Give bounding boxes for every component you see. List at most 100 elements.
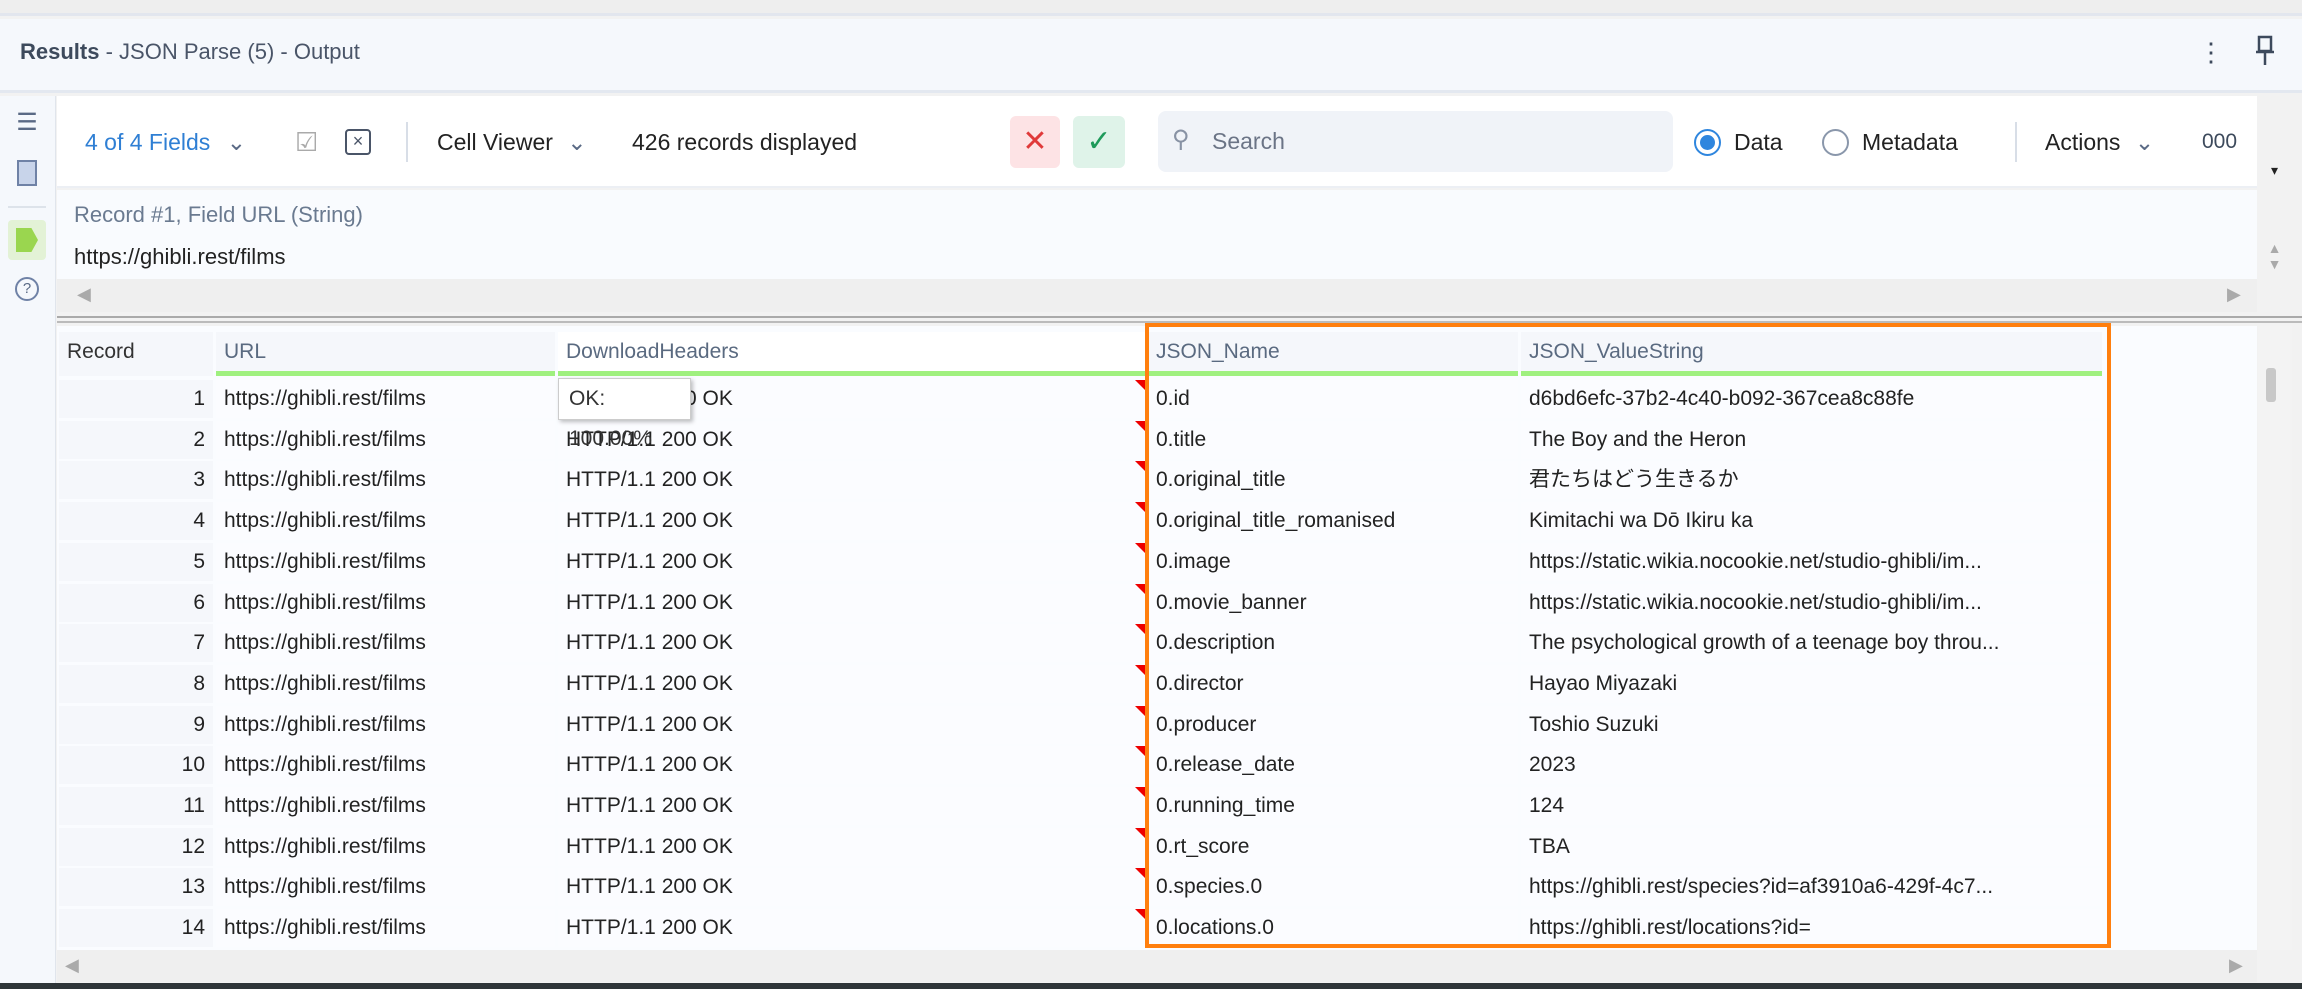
cell-json-valuestring[interactable]: The Boy and the Heron [1521, 420, 2102, 459]
cell-record[interactable]: 2 [59, 420, 213, 459]
cell-download-headers[interactable]: HTTP/1.1 200 OK [558, 624, 1145, 663]
splitter[interactable] [57, 316, 2302, 323]
cell-download-headers[interactable]: HTTP/1.1 200 OK [558, 461, 1145, 500]
cell-record[interactable]: 3 [59, 461, 213, 500]
cell-url[interactable]: https://ghibli.rest/films [216, 461, 555, 500]
cell-download-headers[interactable]: HTTP/1.1 200 OK [558, 827, 1145, 866]
cell-url[interactable]: https://ghibli.rest/films [216, 502, 555, 541]
cell-download-headers[interactable]: HTTP/1.1 200 OK [558, 542, 1145, 581]
cell-record[interactable]: 9 [59, 705, 213, 744]
column-header-json-name[interactable]: JSON_Name [1148, 332, 1518, 376]
cell-json-name[interactable]: 0.image [1148, 542, 1518, 581]
cell-json-name[interactable]: 0.release_date [1148, 746, 1518, 785]
cell-json-valuestring[interactable]: 124 [1521, 787, 2102, 825]
cell-url[interactable]: https://ghibli.rest/films [216, 420, 555, 459]
cell-record[interactable]: 4 [59, 502, 213, 541]
actions-dropdown[interactable]: Actions ⌄ [2045, 96, 2154, 188]
cell-viewer-hscroll[interactable]: ◀ ▶ [57, 279, 2257, 312]
cell-json-name[interactable]: 0.description [1148, 624, 1518, 663]
more-options-button[interactable]: 000 [2202, 96, 2237, 188]
cell-url[interactable]: https://ghibli.rest/films [216, 705, 555, 744]
cell-json-valuestring[interactable]: TBA [1521, 827, 2102, 866]
cell-json-name[interactable]: 0.id [1148, 380, 1518, 418]
cell-json-valuestring[interactable]: Hayao Miyazaki [1521, 664, 2102, 703]
cell-record[interactable]: 1 [59, 380, 213, 418]
metadata-radio[interactable] [1822, 129, 1849, 156]
cell-json-valuestring[interactable]: https://static.wikia.nocookie.net/studio… [1521, 583, 2102, 622]
cell-record[interactable]: 5 [59, 542, 213, 581]
metadata-radio-label[interactable]: Metadata [1862, 96, 1958, 188]
cell-record[interactable]: 8 [59, 664, 213, 703]
grid-hscroll[interactable]: ◀ ▶ [57, 950, 2257, 982]
cell-json-valuestring[interactable]: https://static.wikia.nocookie.net/studio… [1521, 542, 2102, 581]
cell-record[interactable]: 7 [59, 624, 213, 663]
cell-download-headers[interactable]: HTTP/1.1 200 OK [558, 583, 1145, 622]
cell-json-name[interactable]: 0.running_time [1148, 787, 1518, 825]
bookmark-icon[interactable] [12, 158, 42, 188]
cell-record[interactable]: 14 [59, 909, 213, 948]
cell-json-valuestring[interactable]: Kimitachi wa Dō Ikiru ka [1521, 502, 2102, 541]
data-radio[interactable] [1694, 129, 1721, 156]
cell-json-valuestring[interactable]: 2023 [1521, 746, 2102, 785]
cell-url[interactable]: https://ghibli.rest/films [216, 380, 555, 418]
cell-record[interactable]: 11 [59, 787, 213, 825]
data-radio-label[interactable]: Data [1734, 96, 1783, 188]
cell-url[interactable]: https://ghibli.rest/films [216, 583, 555, 622]
cell-viewer-value[interactable]: https://ghibli.rest/films [74, 244, 286, 270]
vertical-dots-icon[interactable]: ⋮ [2198, 37, 2224, 68]
cell-download-headers[interactable]: HTTP/1.1 200 OK [558, 909, 1145, 948]
cell-json-name[interactable]: 0.title [1148, 420, 1518, 459]
column-header-url[interactable]: URL [216, 332, 555, 376]
cell-json-name[interactable]: 0.producer [1148, 705, 1518, 744]
cell-json-valuestring[interactable]: d6bd6efc-37b2-4c40-b092-367cea8c88fe [1521, 380, 2102, 418]
cell-download-headers[interactable]: HTTP/1.1 200 OK [558, 868, 1145, 907]
cell-download-headers[interactable]: HTTP/1.1 200 OK [558, 705, 1145, 744]
select-all-checkbox-icon[interactable]: ☑ [295, 96, 318, 188]
cell-record[interactable]: 12 [59, 827, 213, 866]
toolbar-scroll[interactable]: ▾ [2257, 96, 2292, 188]
scroll-left-icon[interactable]: ◀ [77, 284, 91, 305]
column-header-json-valuestring[interactable]: JSON_ValueString [1521, 332, 2102, 376]
cell-json-name[interactable]: 0.movie_banner [1148, 583, 1518, 622]
cell-url[interactable]: https://ghibli.rest/films [216, 746, 555, 785]
scroll-thumb[interactable] [2266, 368, 2276, 402]
cell-url[interactable]: https://ghibli.rest/films [216, 827, 555, 866]
deselect-all-icon[interactable]: × [345, 96, 371, 188]
cell-viewer-dropdown[interactable]: Cell Viewer ⌄ [437, 96, 587, 188]
cell-json-name[interactable]: 0.director [1148, 664, 1518, 703]
cell-record[interactable]: 6 [59, 583, 213, 622]
cell-url[interactable]: https://ghibli.rest/films [216, 787, 555, 825]
cell-json-valuestring[interactable]: 君たちはどう生きるか [1521, 461, 2102, 500]
scroll-right-icon[interactable]: ▶ [2227, 284, 2241, 305]
cell-json-valuestring[interactable]: Toshio Suzuki [1521, 705, 2102, 744]
pin-icon[interactable] [2254, 35, 2276, 74]
cancel-button[interactable]: ✕ [1010, 116, 1060, 168]
cell-download-headers[interactable]: HTTP/1.1 200 OK [558, 746, 1145, 785]
search-input[interactable]: ⚲ Search [1158, 111, 1673, 172]
cell-json-name[interactable]: 0.species.0 [1148, 868, 1518, 907]
cell-url[interactable]: https://ghibli.rest/films [216, 909, 555, 948]
cell-json-name[interactable]: 0.locations.0 [1148, 909, 1518, 948]
grid-vscroll[interactable] [2258, 326, 2292, 950]
column-header-download-headers[interactable]: DownloadHeaders [558, 332, 1145, 376]
cell-url[interactable]: https://ghibli.rest/films [216, 624, 555, 663]
column-header-record[interactable]: Record [59, 332, 213, 376]
cell-record[interactable]: 13 [59, 868, 213, 907]
cell-download-headers[interactable]: HTTP/1.1 200 OK [558, 787, 1145, 825]
fields-dropdown[interactable]: 4 of 4 Fields ⌄ [85, 96, 246, 188]
tag-icon[interactable] [8, 220, 46, 260]
cell-json-valuestring[interactable]: The psychological growth of a teenage bo… [1521, 624, 2102, 663]
confirm-button[interactable]: ✓ [1073, 116, 1125, 168]
cell-json-name[interactable]: 0.rt_score [1148, 827, 1518, 866]
cell-json-valuestring[interactable]: https://ghibli.rest/species?id=af3910a6-… [1521, 868, 2102, 907]
cell-record[interactable]: 10 [59, 746, 213, 785]
scroll-right-icon[interactable]: ▶ [2229, 955, 2243, 976]
cell-url[interactable]: https://ghibli.rest/films [216, 542, 555, 581]
cell-download-headers[interactable]: HTTP/1.1 200 OK [558, 664, 1145, 703]
list-icon[interactable]: ☰ [12, 108, 42, 138]
cell-json-name[interactable]: 0.original_title [1148, 461, 1518, 500]
cell-json-name[interactable]: 0.original_title_romanised [1148, 502, 1518, 541]
help-icon[interactable]: ? [12, 274, 42, 304]
cell-json-valuestring[interactable]: https://ghibli.rest/locations?id= [1521, 909, 2102, 948]
cell-url[interactable]: https://ghibli.rest/films [216, 664, 555, 703]
